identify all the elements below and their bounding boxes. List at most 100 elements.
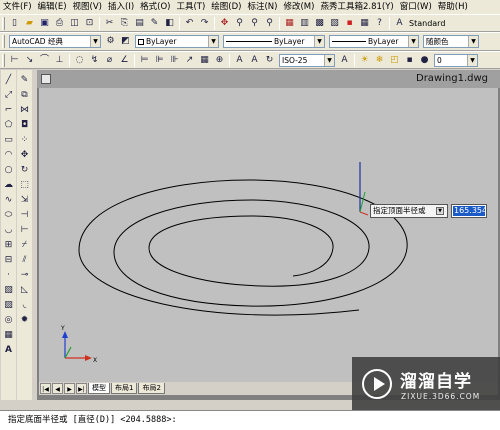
spline-icon[interactable]: ∿ (2, 194, 15, 207)
publish-icon[interactable]: ⊡ (83, 17, 96, 30)
workspace-settings-icon[interactable]: ⚙ (104, 35, 117, 48)
menu-yanxiu-toolbox[interactable]: 燕秀工具箱2.81(Y) (317, 0, 396, 14)
model-space-canvas[interactable]: Y X (39, 88, 498, 382)
angular-dimension-icon[interactable]: ∠ (118, 54, 131, 67)
circle-icon[interactable]: ○ (2, 164, 15, 177)
array-icon[interactable]: ⁘ (18, 134, 31, 147)
mtext-icon[interactable]: A (2, 344, 15, 357)
match-properties-icon[interactable]: ✎ (148, 17, 161, 30)
continue-icon[interactable]: ⊪ (168, 54, 181, 67)
rectangle-icon[interactable]: ▭ (2, 134, 15, 147)
tab-layout1[interactable]: 布局1 (111, 383, 138, 394)
tool-palettes-icon[interactable]: ▩ (313, 17, 326, 30)
move-icon[interactable]: ✥ (18, 149, 31, 162)
break-at-point-icon[interactable]: ⌿ (18, 239, 31, 252)
design-center-icon[interactable]: ▥ (298, 17, 311, 30)
workspace-select[interactable]: AutoCAD 经典 ▼ (9, 35, 101, 48)
dimension-text-edit-icon[interactable]: A (248, 54, 261, 67)
linetype-select[interactable]: ByLayer ▼ (223, 35, 325, 48)
menu-modify[interactable]: 修改(M) (280, 0, 317, 14)
paste-icon[interactable]: ▤ (133, 17, 146, 30)
lineweight-select[interactable]: ByLayer ▼ (329, 35, 419, 48)
menu-edit[interactable]: 编辑(E) (35, 0, 70, 14)
make-block-icon[interactable]: ⊟ (2, 254, 15, 267)
zoom-previous-icon[interactable]: ⚲ (263, 17, 276, 30)
layer-manager-icon[interactable]: ◩ (119, 35, 132, 48)
prev-tab-icon[interactable]: ◀ (52, 383, 63, 394)
trim-icon[interactable]: ⊣ (18, 209, 31, 222)
open-file-icon[interactable]: ▰ (23, 17, 36, 30)
diameter-dimension-icon[interactable]: ⌀ (103, 54, 116, 67)
menu-file[interactable]: 文件(F) (0, 0, 35, 14)
dynamic-input-field[interactable]: 165.3549 (451, 204, 487, 218)
dimension-edit-icon[interactable]: A (233, 54, 246, 67)
ellipse-icon[interactable]: ⬭ (2, 209, 15, 222)
leader-icon[interactable]: ↗ (183, 54, 196, 67)
block-editor-icon[interactable]: ◧ (163, 17, 176, 30)
menu-view[interactable]: 视图(V) (70, 0, 105, 14)
dim-style-manager-icon[interactable]: A (338, 54, 351, 67)
layer-color-icon[interactable]: ▪ (403, 54, 416, 67)
stretch-icon[interactable]: ⇲ (18, 194, 31, 207)
baseline-icon[interactable]: ⊫ (153, 54, 166, 67)
insert-block-icon[interactable]: ⊞ (2, 239, 15, 252)
break-icon[interactable]: ⫽ (18, 254, 31, 267)
layer-current-icon[interactable]: ● (418, 54, 431, 67)
next-tab-icon[interactable]: ▶ (64, 383, 75, 394)
sheet-set-icon[interactable]: ▧ (328, 17, 341, 30)
help-icon[interactable]: ? (373, 17, 386, 30)
color-select[interactable]: ByLayer ▼ (135, 35, 219, 48)
layer-state-icon[interactable]: ☀ (358, 54, 371, 67)
table-icon[interactable]: ▦ (2, 329, 15, 342)
zoom-realtime-icon[interactable]: ⚲ (233, 17, 246, 30)
layer-freeze-icon[interactable]: ❄ (373, 54, 386, 67)
region-icon[interactable]: ◎ (2, 314, 15, 327)
layer-lock-icon[interactable]: ◰ (388, 54, 401, 67)
markup-icon[interactable]: ▪ (343, 17, 356, 30)
xline-icon[interactable]: ⤢ (2, 89, 15, 102)
menu-dimension[interactable]: 标注(N) (244, 0, 280, 14)
quick-dimension-icon[interactable]: ⊨ (138, 54, 151, 67)
rotate-icon[interactable]: ↻ (18, 164, 31, 177)
ordinate-icon[interactable]: ⊥ (53, 54, 66, 67)
print-preview-icon[interactable]: ◫ (68, 17, 81, 30)
jogged-dimension-icon[interactable]: ↯ (88, 54, 101, 67)
line-icon[interactable]: ╱ (2, 74, 15, 87)
erase-icon[interactable]: ✎ (18, 74, 31, 87)
center-mark-icon[interactable]: ⊕ (213, 54, 226, 67)
cut-icon[interactable]: ✂ (103, 17, 116, 30)
zoom-window-icon[interactable]: ⚲ (248, 17, 261, 30)
join-icon[interactable]: ⊸ (18, 269, 31, 282)
offset-icon[interactable]: ◘ (18, 119, 31, 132)
redo-icon[interactable]: ↷ (198, 17, 211, 30)
mirror-icon[interactable]: ⋈ (18, 104, 31, 117)
layer-select[interactable]: 0 ▼ (434, 53, 478, 67)
hatch-icon[interactable]: ▧ (2, 284, 15, 297)
copy-icon[interactable]: ⧉ (18, 89, 31, 102)
chamfer-icon[interactable]: ◺ (18, 284, 31, 297)
menu-help[interactable]: 帮助(H) (435, 0, 471, 14)
properties-icon[interactable]: ▦ (283, 17, 296, 30)
gradient-icon[interactable]: ▨ (2, 299, 15, 312)
radius-dimension-icon[interactable]: ◌ (73, 54, 86, 67)
undo-icon[interactable]: ↶ (183, 17, 196, 30)
tab-layout2[interactable]: 布局2 (138, 383, 165, 394)
polygon-icon[interactable]: ⬠ (2, 119, 15, 132)
first-tab-icon[interactable]: |◀ (40, 383, 51, 394)
linear-dimension-icon[interactable]: ⊢ (8, 54, 21, 67)
menu-insert[interactable]: 插入(I) (105, 0, 137, 14)
extend-icon[interactable]: ⊢ (18, 224, 31, 237)
save-icon[interactable]: ▣ (38, 17, 51, 30)
plot-style-select[interactable]: 随颜色 ▼ (423, 35, 479, 48)
ellipse-arc-icon[interactable]: ◡ (2, 224, 15, 237)
aligned-dimension-icon[interactable]: ↘ (23, 54, 36, 67)
text-style-label[interactable]: Standard (409, 19, 445, 28)
last-tab-icon[interactable]: ▶| (76, 383, 87, 394)
copy-clip-icon[interactable]: ⎘ (118, 17, 131, 30)
text-style-icon[interactable]: A (393, 17, 406, 30)
dim-style-select[interactable]: ISO-25 ▼ (279, 53, 335, 67)
dimension-update-icon[interactable]: ↻ (263, 54, 276, 67)
menu-format[interactable]: 格式(O) (137, 0, 173, 14)
options-down-icon[interactable]: ▼ (436, 207, 444, 215)
scale-icon[interactable]: ⬚ (18, 179, 31, 192)
